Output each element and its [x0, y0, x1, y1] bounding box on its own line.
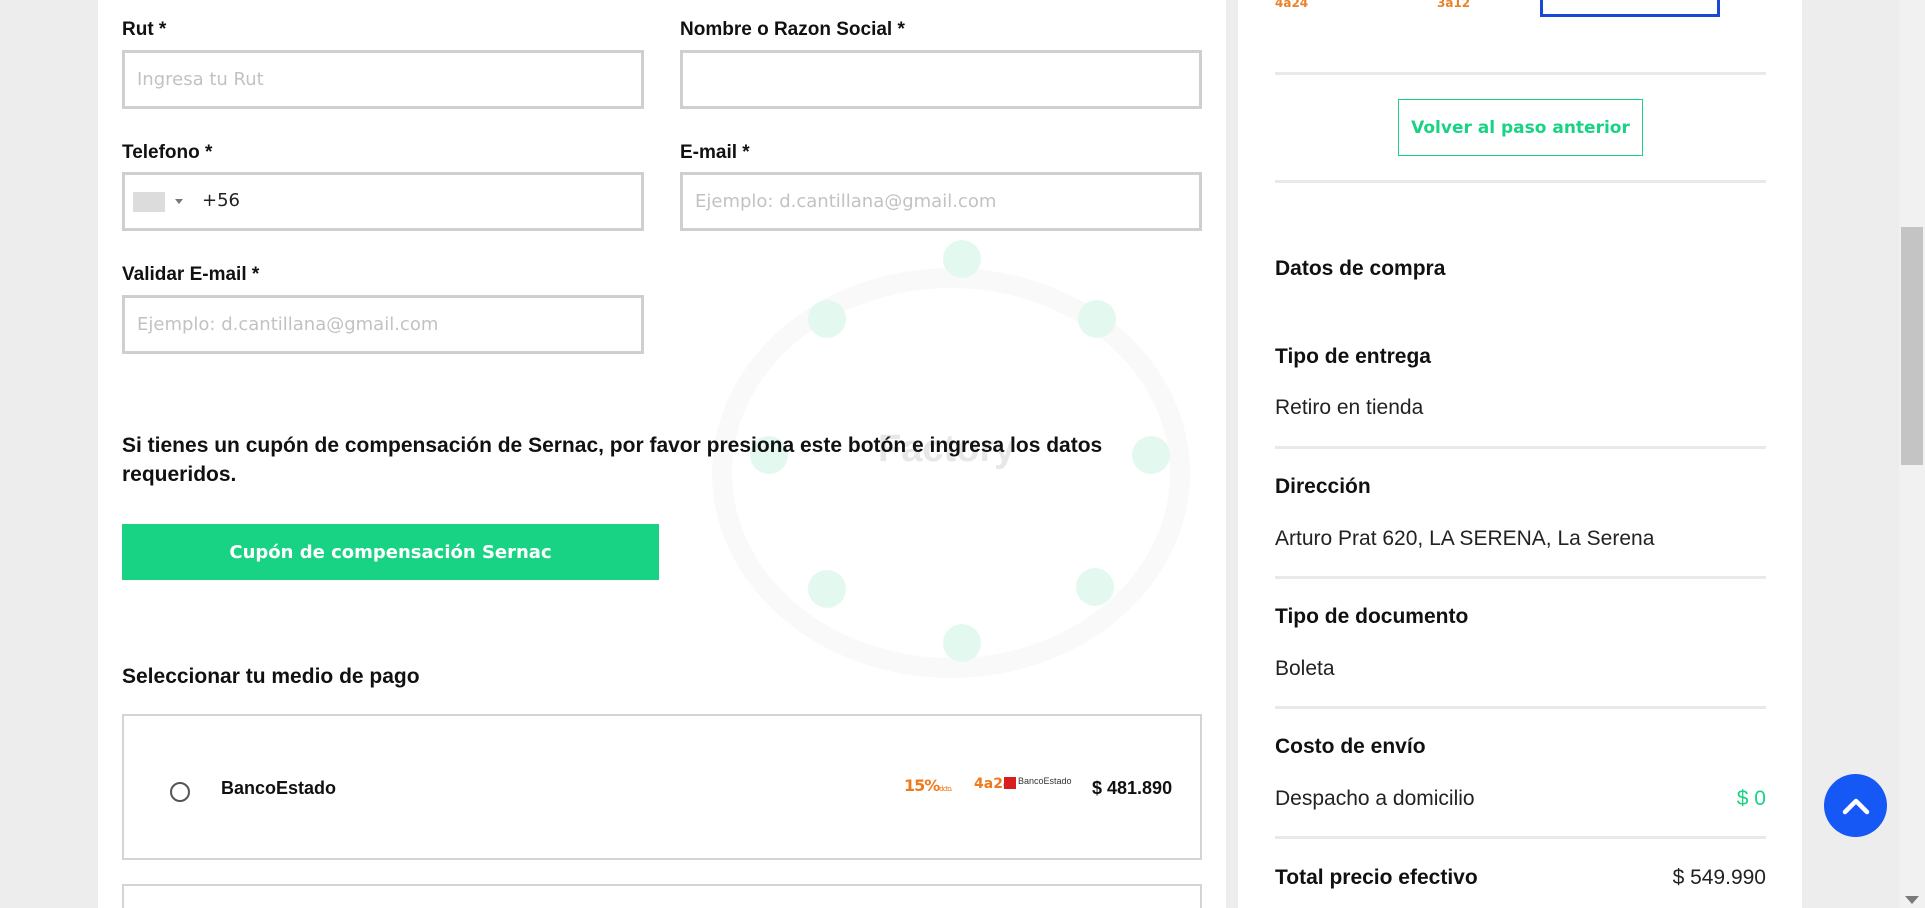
- purchase-data-title: Datos de compra: [1275, 257, 1446, 280]
- address-value: Arturo Prat 620, LA SERENA, La Serena: [1275, 527, 1655, 550]
- email-input[interactable]: Ejemplo: d.cantillana@gmail.com: [680, 172, 1202, 231]
- total-label: Total precio efectivo: [1275, 866, 1478, 889]
- scroll-down-arrow-icon[interactable]: [1905, 896, 1919, 904]
- installments-logo-3a12: 3a12: [1437, 0, 1471, 10]
- rut-placeholder: Ingresa tu Rut: [137, 69, 264, 90]
- validate-email-label: Validar E-mail *: [122, 264, 260, 285]
- name-label: Nombre o Razon Social *: [680, 19, 905, 40]
- phone-prefix: +56: [202, 190, 240, 211]
- scrollbar-thumb[interactable]: [1901, 227, 1923, 465]
- total-value: $ 549.990: [1672, 866, 1766, 889]
- rut-input[interactable]: Ingresa tu Rut: [122, 50, 644, 109]
- installments-logo-4a24: 4a24: [1275, 0, 1309, 10]
- validate-email-input[interactable]: Ejemplo: d.cantillana@gmail.com: [122, 295, 644, 354]
- divider: [1275, 446, 1766, 449]
- email-placeholder: Ejemplo: d.cantillana@gmail.com: [695, 191, 997, 212]
- delivery-type-value: Retiro en tienda: [1275, 396, 1424, 419]
- shipping-cost: $ 0: [1736, 787, 1766, 810]
- chevron-up-icon: [1842, 798, 1869, 814]
- sernac-description: Si tienes un cupón de compensación de Se…: [122, 434, 1103, 486]
- bank-logo-icon: [1004, 777, 1016, 789]
- divider: [1275, 706, 1766, 709]
- address-title: Dirección: [1275, 475, 1371, 498]
- shipping-method: Despacho a domicilio: [1275, 787, 1475, 810]
- back-button[interactable]: Volver al paso anterior: [1398, 99, 1643, 156]
- name-input[interactable]: [680, 50, 1202, 109]
- divider: [1275, 836, 1766, 839]
- payment-option-bancoestado[interactable]: BancoEstado 15%dcto. 4a24 BancoEstado $ …: [122, 714, 1202, 860]
- bank-logo-text: BancoEstado: [1018, 776, 1072, 786]
- phone-label: Telefono *: [122, 142, 213, 163]
- divider: [1275, 180, 1766, 183]
- payment-radio[interactable]: [170, 782, 190, 802]
- divider: [1275, 576, 1766, 579]
- delivery-type-title: Tipo de entrega: [1275, 345, 1431, 368]
- discount-logo-value: 15%: [904, 776, 940, 795]
- sernac-coupon-button[interactable]: Cupón de compensación Sernac: [122, 524, 659, 580]
- payment-option-price: $ 481.890: [1092, 778, 1173, 798]
- discount-logo: 15%dcto.: [904, 776, 953, 795]
- email-label: E-mail *: [680, 142, 750, 163]
- document-type-title: Tipo de documento: [1275, 605, 1469, 628]
- payment-option[interactable]: [122, 884, 1202, 908]
- caret-down-icon[interactable]: [175, 199, 183, 204]
- payment-method-title: Seleccionar tu medio de pago: [122, 665, 420, 688]
- shipping-cost-title: Costo de envío: [1275, 735, 1426, 758]
- flag-icon[interactable]: [133, 192, 165, 212]
- discount-logo-sub: dcto.: [939, 785, 952, 793]
- scroll-top-button[interactable]: [1824, 774, 1887, 837]
- phone-input[interactable]: [122, 172, 644, 231]
- divider: [1275, 72, 1766, 75]
- rut-label: Rut *: [122, 19, 167, 40]
- selected-payment-tab[interactable]: [1540, 0, 1720, 17]
- validate-email-placeholder: Ejemplo: d.cantillana@gmail.com: [137, 314, 439, 335]
- document-type-value: Boleta: [1275, 657, 1335, 680]
- payment-option-name: BancoEstado: [221, 778, 337, 798]
